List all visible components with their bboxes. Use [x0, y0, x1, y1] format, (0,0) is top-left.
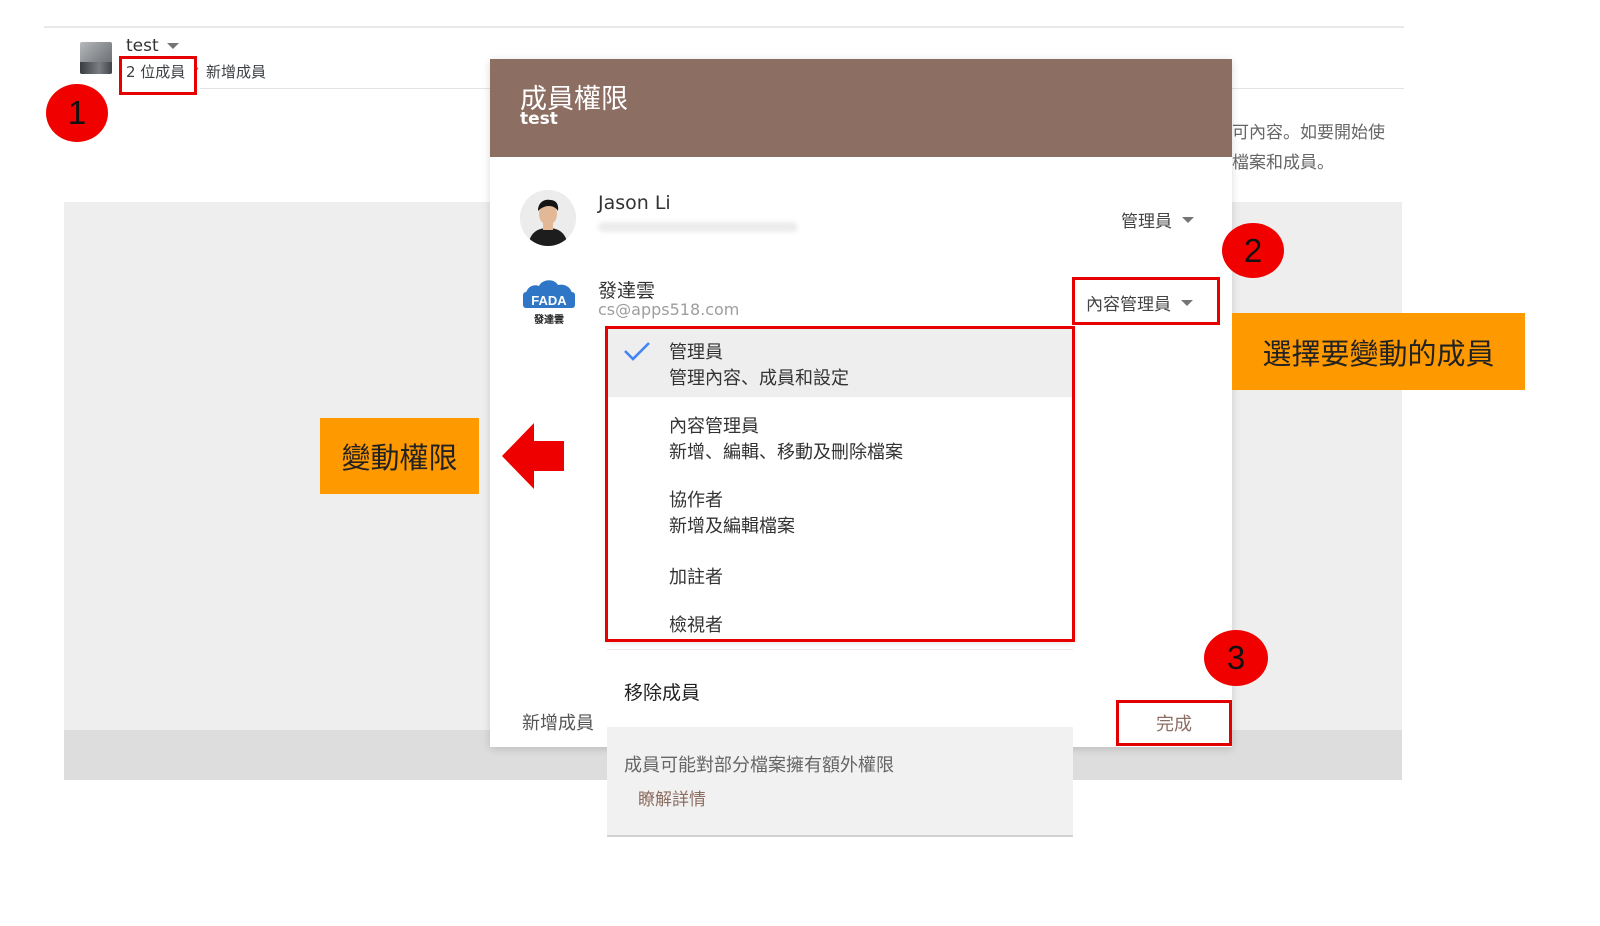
- annotation-callout-select-member: 選擇要變動的成員: [1232, 313, 1525, 390]
- member-name: Jason Li: [598, 192, 671, 214]
- member-name: 發達雲: [598, 280, 656, 302]
- remove-member-item[interactable]: 移除成員: [607, 649, 1073, 729]
- page-description-line1: 可內容。如要開始使: [1232, 123, 1385, 143]
- avatar: FADA 發達雲: [520, 273, 578, 331]
- dialog-header: 成員權限 test: [490, 59, 1232, 157]
- shared-drive-name[interactable]: test: [126, 36, 179, 56]
- member-email: cs@apps518.com: [598, 300, 740, 319]
- page-description-line2: 檔案和成員。: [1232, 153, 1334, 173]
- fada-logo-icon: FADA 發達雲: [523, 280, 575, 326]
- remove-member-label: 移除成員: [624, 682, 701, 704]
- annotation-step-1: 1: [46, 84, 108, 142]
- shared-drive-name-label: test: [126, 36, 159, 56]
- annotation-highlight-role-select: [1072, 277, 1220, 325]
- chevron-down-icon: [166, 43, 179, 49]
- fada-logo-text: FADA: [531, 293, 567, 308]
- dialog-subtitle: test: [520, 109, 558, 129]
- shared-drive-thumbnail: [80, 42, 112, 74]
- chevron-down-icon: [1182, 216, 1194, 223]
- annotation-step-3: 3: [1204, 630, 1268, 686]
- learn-more-link[interactable]: 瞭解詳情: [638, 785, 706, 810]
- annotation-callout-change-permission: 變動權限: [320, 418, 479, 494]
- member-email-redacted: [598, 222, 798, 232]
- page-description: 可內容。如要開始使 檔案和成員。: [1232, 118, 1404, 178]
- annotation-step-2: 2: [1222, 223, 1284, 278]
- member-role-select[interactable]: 管理員: [1121, 207, 1194, 232]
- add-member-button[interactable]: 新增成員: [522, 709, 594, 735]
- avatar: [520, 190, 576, 246]
- annotation-highlight-members-link: [119, 56, 197, 95]
- member-role-label: 管理員: [1121, 212, 1172, 232]
- fada-logo-subtext: 發達雲: [533, 313, 564, 326]
- top-divider: [44, 26, 1404, 28]
- extra-permissions-text: 成員可能對部分檔案擁有額外權限: [624, 755, 894, 776]
- extra-permissions-notice: 成員可能對部分檔案擁有額外權限 瞭解詳情: [607, 727, 1073, 837]
- add-member-link[interactable]: 新增成員: [206, 61, 266, 82]
- left-arrow-icon: [502, 423, 564, 489]
- person-avatar-icon: [520, 190, 576, 246]
- done-button[interactable]: 完成: [1116, 700, 1232, 746]
- annotation-highlight-role-menu: [605, 326, 1075, 642]
